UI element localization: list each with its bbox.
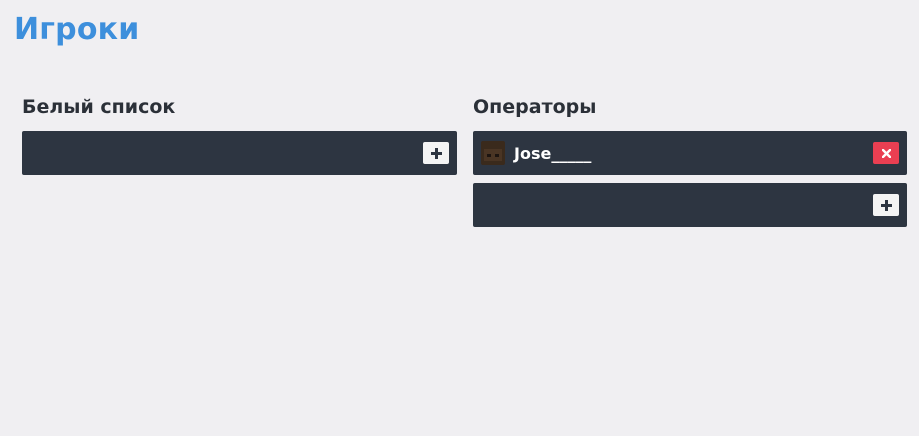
operator-entry: Jose_____ [473,131,907,175]
operator-name: Jose_____ [514,143,592,163]
plus-icon [430,147,442,159]
remove-operator-button[interactable] [873,142,899,164]
whitelist-add-row [22,131,457,175]
page-title: Игроки [14,12,140,47]
whitelist-section: Белый список [22,95,457,183]
operators-add-row [473,183,907,227]
close-icon [881,148,891,158]
whitelist-add-button[interactable] [423,142,449,164]
operators-title: Операторы [473,96,597,118]
whitelist-title: Белый список [22,96,176,118]
operators-section: Операторы Jose_____ [473,95,907,235]
player-head-avatar [481,141,505,165]
operators-add-button[interactable] [873,194,899,216]
plus-icon [880,199,892,211]
